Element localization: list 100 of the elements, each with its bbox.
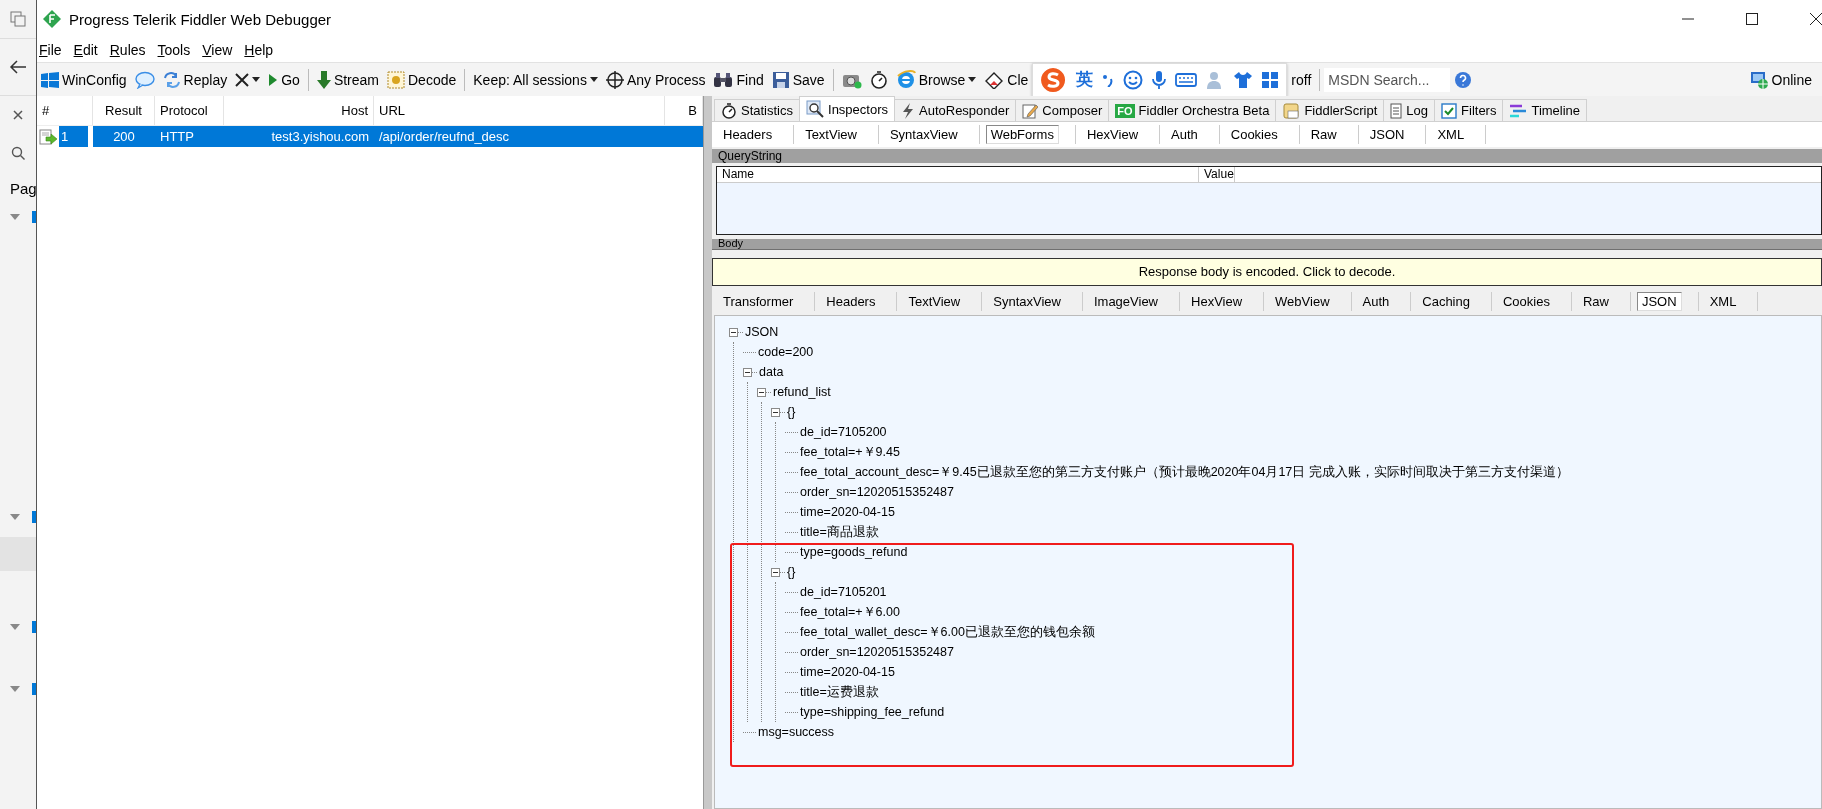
menu-item[interactable]: Rules: [109, 42, 152, 58]
tab[interactable]: Transformer: [712, 292, 816, 311]
tree-node[interactable]: refund_list: [773, 385, 831, 399]
tab[interactable]: Cookies: [1219, 125, 1300, 144]
grid-icon[interactable]: [1262, 71, 1279, 88]
column-header[interactable]: #: [37, 96, 93, 125]
tree-node[interactable]: msg=success: [758, 725, 835, 739]
s-logo-icon[interactable]: [1039, 66, 1068, 93]
microphone-icon[interactable]: [1152, 69, 1167, 90]
tree-node[interactable]: fee_total_account_desc=￥9.45已退款至您的第三方支付账户（预计最晚2020年04月17日 完成入账，实际时间取决于第三方支付渠道）: [800, 463, 1569, 481]
tree-node[interactable]: data: [759, 365, 784, 379]
tab[interactable]: AutoResponder: [894, 99, 1017, 121]
punctuation-icon[interactable]: [1102, 72, 1115, 87]
close-icon[interactable]: [13, 110, 23, 120]
column-header[interactable]: Protocol: [155, 96, 224, 125]
tab[interactable]: Timeline: [1502, 99, 1588, 121]
expand-toggle[interactable]: [757, 387, 766, 397]
tab[interactable]: TextView: [897, 292, 983, 311]
tree-node[interactable]: order_sn=12020515352487: [800, 485, 954, 499]
tree-node[interactable]: {}: [787, 405, 796, 419]
tree-node[interactable]: de_id=7105200: [800, 425, 887, 439]
tab[interactable]: XML: [1426, 125, 1487, 144]
shirt-icon[interactable]: [1233, 70, 1254, 89]
column-header[interactable]: Result: [93, 96, 155, 125]
tree-node[interactable]: type=goods_refund: [800, 545, 908, 559]
tree-node[interactable]: JSON: [745, 325, 779, 339]
keyboard-icon[interactable]: [1175, 71, 1198, 88]
tree-node[interactable]: code=200: [758, 345, 814, 359]
tab[interactable]: Auth: [1351, 292, 1412, 311]
tab[interactable]: JSON: [1358, 125, 1427, 144]
toolbar-button[interactable]: Stream: [312, 66, 383, 93]
toolbar-button[interactable]: Go: [264, 66, 304, 93]
stopwatch-icon[interactable]: [869, 70, 888, 89]
tree-node[interactable]: type=shipping_fee_refund: [800, 705, 945, 719]
expand-toggle[interactable]: [729, 327, 738, 337]
maximize-icon[interactable]: [1746, 13, 1758, 25]
tab[interactable]: Cookies: [1491, 292, 1572, 311]
menu-item[interactable]: Edit: [73, 42, 104, 58]
language-toggle[interactable]: 英: [1076, 68, 1094, 91]
tab[interactable]: SyntaxView: [982, 292, 1083, 311]
close-icon[interactable]: [1810, 13, 1822, 25]
caret-icon[interactable]: [10, 686, 20, 692]
toolbar-button[interactable]: WinConfig: [37, 66, 131, 93]
column-header[interactable]: Host: [224, 96, 374, 125]
tab[interactable]: Filters: [1434, 99, 1504, 121]
toolbar-button[interactable]: Cle: [980, 66, 1033, 93]
tree-node[interactable]: fee_total_wallet_desc=￥6.00已退款至您的钱包余额: [800, 623, 1095, 641]
menu-item[interactable]: Tools: [157, 42, 197, 58]
dropdown-button[interactable]: Keep: All sessions: [469, 66, 602, 93]
tree-node[interactable]: time=2020-04-15: [800, 665, 895, 679]
tab[interactable]: WebView: [1264, 292, 1352, 311]
dropdown-button[interactable]: Browse: [891, 66, 981, 93]
tree-node[interactable]: order_sn=12020515352487: [800, 645, 954, 659]
tree-node[interactable]: title=商品退款: [800, 523, 879, 541]
tree-node[interactable]: de_id=7105201: [800, 585, 887, 599]
tab[interactable]: Statistics: [714, 99, 800, 121]
column-header[interactable]: Value: [1199, 167, 1235, 182]
tab[interactable]: TextView: [794, 125, 879, 144]
tab[interactable]: FO Fiddler Orchestra Beta: [1108, 99, 1277, 121]
toolbar-button[interactable]: Save: [767, 66, 829, 93]
tab[interactable]: SyntaxView: [878, 125, 980, 144]
menu-item[interactable]: Help: [244, 42, 280, 58]
tree-node[interactable]: title=运费退款: [800, 683, 879, 701]
back-arrow-icon[interactable]: [9, 60, 27, 74]
speech-bubble-icon[interactable]: [134, 70, 155, 89]
expand-toggle[interactable]: [771, 567, 780, 577]
toolbar-button[interactable]: Replay: [158, 66, 232, 93]
toolbar-button[interactable]: roff: [1287, 66, 1316, 93]
tab[interactable]: XML: [1698, 292, 1759, 311]
tab[interactable]: FiddlerScript: [1275, 99, 1385, 121]
decode-notice[interactable]: Response body is encoded. Click to decode.: [712, 258, 1822, 286]
windows-stack-icon[interactable]: [10, 11, 26, 27]
caret-icon[interactable]: [10, 624, 20, 630]
column-header[interactable]: URL: [374, 96, 665, 125]
search-field[interactable]: MSDN Search...: [1324, 67, 1451, 92]
toolbar-button[interactable]: Online: [1744, 66, 1816, 93]
toolbar-button[interactable]: Find: [709, 66, 768, 93]
smiley-icon[interactable]: [1123, 69, 1144, 90]
tab[interactable]: Caching: [1411, 292, 1492, 311]
tab[interactable]: HexView: [1075, 125, 1160, 144]
help-icon[interactable]: [1454, 70, 1473, 89]
expand-toggle[interactable]: [743, 367, 752, 377]
menu-item[interactable]: File: [39, 42, 68, 58]
tab[interactable]: HexView: [1180, 292, 1265, 311]
tab[interactable]: Headers: [815, 292, 898, 311]
expand-toggle[interactable]: [771, 407, 780, 417]
tab[interactable]: Log: [1383, 99, 1436, 121]
tab[interactable]: Inspectors: [799, 96, 895, 121]
tab[interactable]: Headers: [712, 125, 795, 144]
tab[interactable]: Raw: [1299, 125, 1359, 144]
tree-node[interactable]: {}: [787, 565, 796, 579]
menu-item[interactable]: View: [202, 42, 239, 58]
tab[interactable]: Auth: [1160, 125, 1220, 144]
toolbar-button[interactable]: Decode: [383, 66, 461, 93]
column-header[interactable]: Name: [717, 167, 1199, 182]
tree-node[interactable]: time=2020-04-15: [800, 505, 895, 519]
tab[interactable]: Composer: [1015, 99, 1110, 121]
tree-node[interactable]: fee_total=+￥9.45: [800, 443, 900, 461]
search-icon[interactable]: [11, 146, 25, 160]
toolbar-button[interactable]: Any Process: [601, 66, 710, 93]
